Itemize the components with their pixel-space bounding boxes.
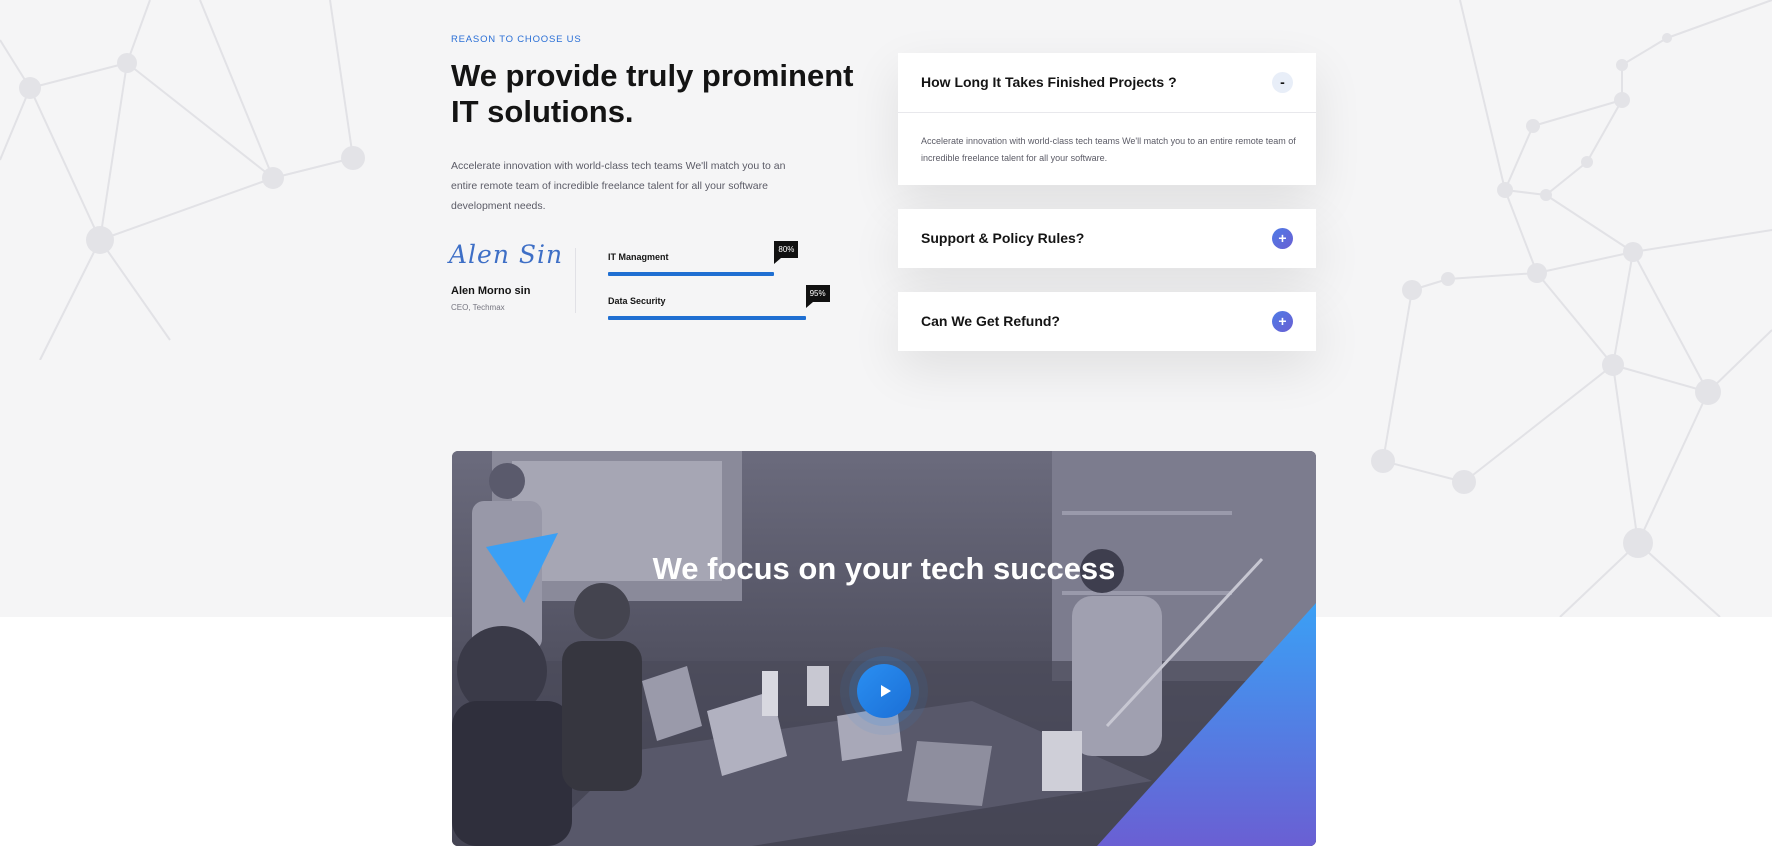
skill-label: Data Security — [608, 296, 666, 306]
divider — [575, 248, 576, 313]
skill-percent-badge: 95% — [805, 285, 830, 308]
ceo-name: Alen Morno sin — [451, 285, 531, 297]
expand-toggle-icon[interactable]: + — [1272, 228, 1293, 249]
section-eyebrow: REASON TO CHOOSE US — [451, 34, 582, 45]
video-photo — [452, 451, 1316, 846]
skill-progress-bar — [608, 272, 775, 276]
skill-percent-badge: 80% — [774, 241, 799, 264]
faq-question[interactable]: Can We Get Refund? — [921, 313, 1060, 329]
faq-item-refund[interactable]: Can We Get Refund? + — [898, 292, 1316, 351]
faq-question[interactable]: Support & Policy Rules? — [921, 230, 1084, 246]
faq-item-project-duration[interactable]: How Long It Takes Finished Projects ? - … — [898, 53, 1316, 185]
video-banner: We focus on your tech success — [452, 451, 1316, 846]
faq-item-support-policy[interactable]: Support & Policy Rules? + — [898, 209, 1316, 268]
faq-question[interactable]: How Long It Takes Finished Projects ? — [921, 74, 1177, 90]
play-icon — [880, 685, 891, 697]
network-pattern-right — [1371, 0, 1772, 617]
collapse-toggle-icon[interactable]: - — [1272, 72, 1293, 93]
section-heading: We provide truly prominent IT solutions. — [451, 58, 854, 129]
video-title: We focus on your tech success — [652, 551, 1116, 586]
network-pattern-left — [0, 0, 365, 360]
skill-label: IT Managment — [608, 252, 669, 262]
play-button[interactable] — [857, 664, 911, 718]
ceo-role: CEO, Techmax — [451, 303, 505, 312]
ceo-signature: Alen Sin — [449, 240, 564, 269]
section-description: Accelerate innovation with world-class t… — [451, 160, 786, 212]
faq-divider — [898, 112, 1316, 113]
faq-answer: Accelerate innovation with world-class t… — [921, 136, 1296, 163]
expand-toggle-icon[interactable]: + — [1272, 311, 1293, 332]
skill-progress-bar — [608, 316, 806, 320]
